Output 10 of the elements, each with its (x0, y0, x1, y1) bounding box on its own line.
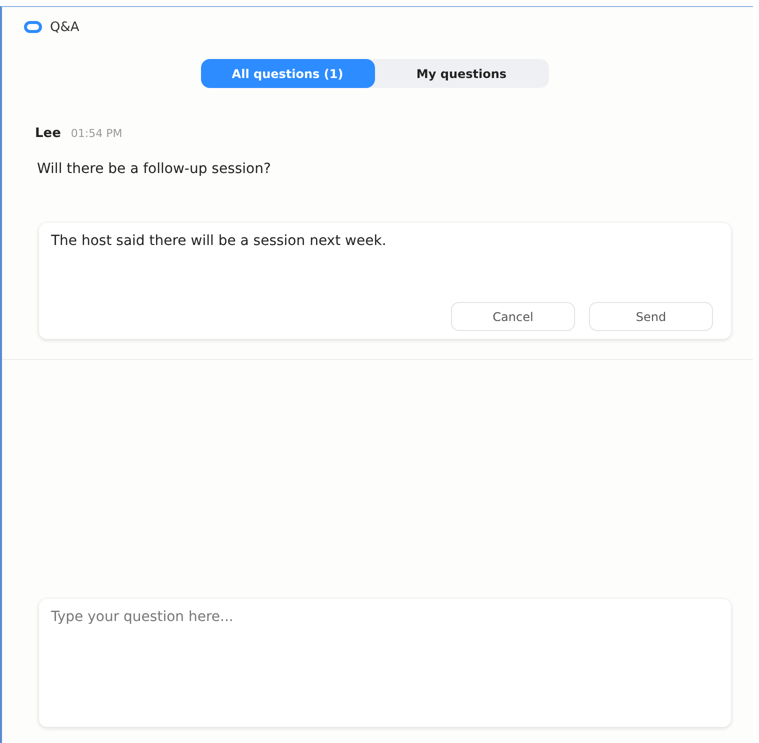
tab[interactable]: My questions (374, 59, 548, 88)
cancel-button[interactable]: Cancel (451, 302, 575, 331)
author-name: Lee (35, 126, 61, 141)
reply-field[interactable]: The host said there will be a session next week. (51, 233, 713, 249)
timestamp: 01:54 PM (70, 127, 122, 140)
chat-bubble-icon (24, 21, 42, 33)
send-button[interactable]: Send (589, 302, 713, 331)
question-field[interactable]: Type your question here... (39, 599, 731, 727)
window-title: Q&A (50, 20, 80, 34)
question-text: Will there be a follow-up session? (36, 160, 272, 177)
